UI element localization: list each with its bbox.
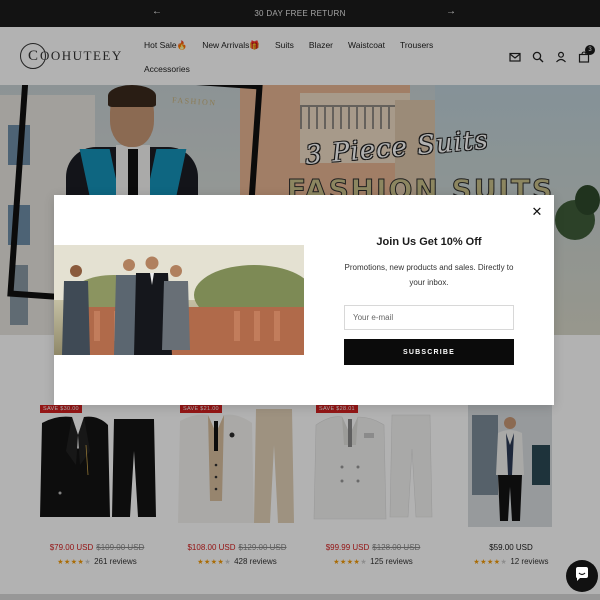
product-card[interactable]: SAVE $28.01 $99.99 USD $128.00 USD ★★★★★ 1… — [312, 405, 434, 566]
nav-suits[interactable]: Suits — [275, 40, 294, 51]
product-image[interactable]: SAVE $30.00 — [36, 405, 158, 527]
review-count: 428 reviews — [234, 557, 277, 566]
regular-price: $59.00 USD — [489, 543, 533, 552]
arrow-right-icon[interactable]: → — [446, 6, 456, 17]
product-rating: ★★★★★ 261 reviews — [36, 557, 158, 566]
header-icons: 3 — [509, 45, 595, 63]
popup-title: Join Us Get 10% Off — [376, 236, 482, 248]
email-input[interactable] — [344, 305, 514, 330]
cart-count-badge: 3 — [585, 45, 595, 55]
product-card[interactable]: $59.00 USD ★★★★★ 12 reviews — [450, 405, 572, 566]
review-count: 12 reviews — [510, 557, 549, 566]
newsletter-popup: ✕ Join Us Get 10% Off Promotions, new pr… — [54, 195, 554, 405]
product-image[interactable]: SAVE $21.00 — [176, 405, 298, 527]
product-price: $59.00 USD — [450, 543, 572, 552]
compare-price: $129.00 USD — [238, 543, 287, 552]
star-rating-icon: ★★★★★ — [333, 559, 368, 566]
chat-button[interactable] — [566, 560, 598, 592]
product-rating: ★★★★★ 428 reviews — [176, 557, 298, 566]
logo[interactable]: C OOHUTEEY — [20, 43, 123, 69]
product-card[interactable]: SAVE $30.00 $79.00 USD $109.00 USD ★★★★★ 2… — [36, 405, 158, 566]
review-count: 261 reviews — [94, 557, 137, 566]
compare-price: $109.00 USD — [96, 543, 145, 552]
save-badge: SAVE $21.00 — [180, 405, 222, 413]
subscribe-button[interactable]: SUBSCRIBE — [344, 339, 514, 365]
product-price: $99.99 USD $128.00 USD — [312, 543, 434, 552]
compare-price: $128.00 USD — [372, 543, 421, 552]
save-badge: SAVE $30.00 — [40, 405, 82, 413]
review-count: 125 reviews — [370, 557, 413, 566]
sale-price: $108.00 USD — [187, 543, 236, 552]
popup-description: Promotions, new products and sales. Dire… — [344, 263, 514, 287]
star-rating-icon: ★★★★★ — [473, 559, 508, 566]
hero-balcony-rail — [300, 105, 400, 129]
product-rating: ★★★★★ 12 reviews — [450, 557, 572, 566]
nav-new-arrivals[interactable]: New Arrivals🎁 — [202, 40, 260, 51]
cart-icon[interactable]: 3 — [578, 45, 595, 63]
product-image[interactable] — [450, 405, 572, 527]
product-image[interactable]: SAVE $28.01 — [312, 405, 434, 527]
product-price: $108.00 USD $129.00 USD — [176, 543, 298, 552]
product-price: $79.00 USD $109.00 USD — [36, 543, 158, 552]
nav-accessories[interactable]: Accessories — [144, 64, 190, 74]
footer-strip — [0, 594, 600, 600]
nav-hot-sale[interactable]: Hot Sale🔥 — [144, 40, 187, 51]
product-rating: ★★★★★ 125 reviews — [312, 557, 434, 566]
sale-price: $99.99 USD — [325, 543, 370, 552]
logo-text: OOHUTEEY — [40, 48, 123, 63]
product-card[interactable]: SAVE $21.00 $108.00 USD $129.00 USD ★★★★★… — [176, 405, 298, 566]
save-badge: SAVE $28.01 — [316, 405, 358, 413]
close-icon[interactable]: ✕ — [530, 205, 544, 219]
arrow-left-icon[interactable]: ← — [152, 6, 162, 17]
announcement-text: 30 DAY FREE RETURN — [254, 9, 346, 18]
account-icon[interactable] — [555, 50, 567, 63]
star-rating-icon: ★★★★★ — [197, 559, 232, 566]
search-icon[interactable] — [532, 50, 544, 63]
main-nav: Hot Sale🔥 New Arrivals🎁 Suits Blazer Wai… — [144, 40, 448, 74]
nav-waistcoat[interactable]: Waistcoat — [348, 40, 385, 51]
chat-icon — [574, 566, 590, 587]
site-header: C OOHUTEEY Hot Sale🔥 New Arrivals🎁 Suits… — [0, 27, 600, 85]
mail-icon[interactable] — [509, 50, 521, 62]
nav-trousers[interactable]: Trousers — [400, 40, 433, 51]
nav-blazer[interactable]: Blazer — [309, 40, 333, 51]
sale-price: $79.00 USD — [49, 543, 94, 552]
announcement-bar: ← 30 DAY FREE RETURN → — [0, 0, 600, 27]
star-rating-icon: ★★★★★ — [57, 559, 92, 566]
popup-image — [54, 245, 304, 355]
